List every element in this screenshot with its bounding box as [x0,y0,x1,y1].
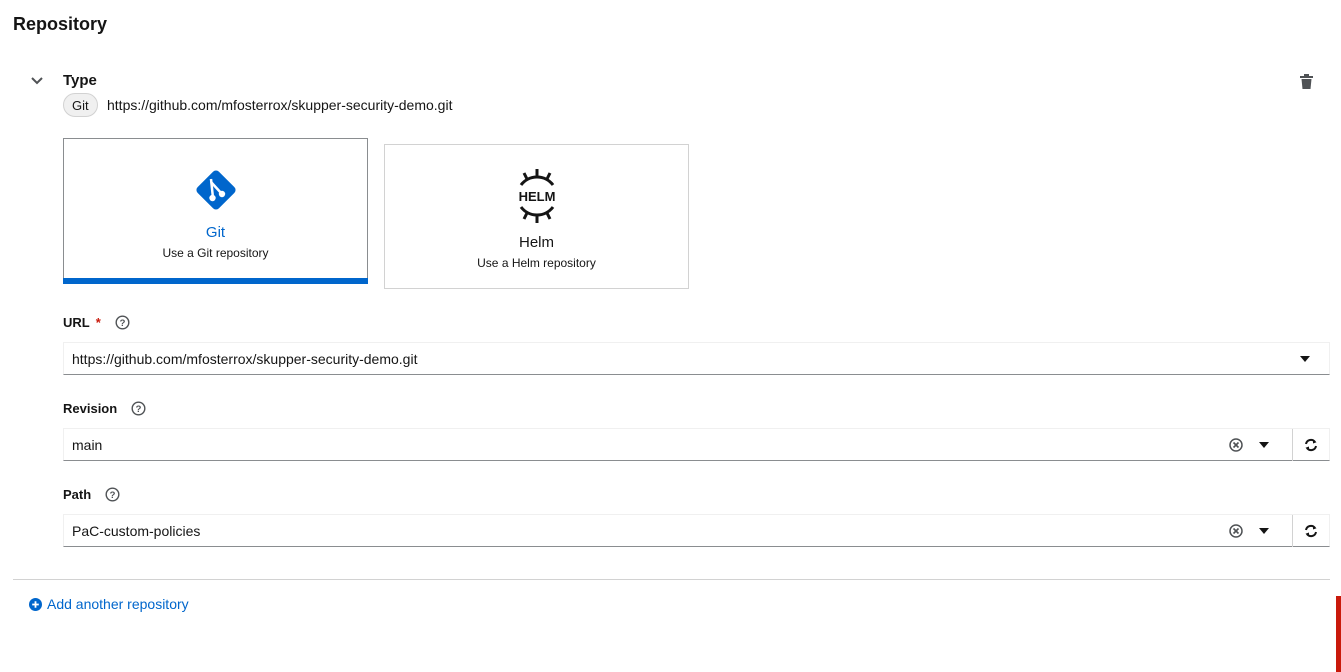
path-refresh-button[interactable] [1293,515,1329,546]
revision-label: Revision ? [63,401,146,416]
url-help-button[interactable]: ? [115,315,130,330]
helm-tile-title: Helm [518,234,554,251]
path-value: PaC-custom-policies [72,522,201,539]
chevron-down-icon [31,77,43,85]
git-tile-title: Git [205,224,226,241]
clear-icon [1229,523,1243,538]
section-divider [13,579,1330,580]
url-value: https://github.com/mfosterrox/skupper-se… [72,350,418,367]
revision-help-button[interactable]: ? [131,401,146,416]
path-label-text: Path [63,487,92,502]
url-label-text: URL [63,315,90,330]
type-label: Type [63,72,97,89]
trash-icon [1299,73,1313,89]
section-title: Repository [13,14,108,34]
path-clear-button[interactable] [1222,515,1250,546]
caret-down-icon [1259,441,1269,448]
refresh-icon [1305,524,1317,537]
delete-repository-button[interactable] [1297,72,1315,90]
plus-circle-icon [29,597,42,611]
svg-text:?: ? [110,490,116,501]
url-dropdown-toggle[interactable] [1291,343,1319,374]
revision-dropdown-toggle[interactable] [1250,429,1278,460]
svg-text:?: ? [119,318,125,329]
revision-clear-button[interactable] [1222,429,1250,460]
type-badge: Git [63,93,98,117]
git-tile-description: Use a Git repository [162,246,269,260]
add-repository-label: Add another repository [47,596,189,612]
git-tile[interactable]: Git Use a Git repository [63,138,368,284]
revision-refresh-button[interactable] [1293,429,1329,460]
page-edge-indicator [1336,596,1341,672]
path-select[interactable]: PaC-custom-policies [63,514,1330,547]
path-dropdown-toggle[interactable] [1250,515,1278,546]
caret-down-icon [1300,355,1310,362]
help-icon: ? [105,487,120,502]
path-label: Path ? [63,487,120,502]
revision-value: main [72,436,103,453]
add-repository-button[interactable]: Add another repository [29,596,189,612]
selected-indicator [63,278,368,284]
refresh-icon [1305,438,1317,451]
helm-tile[interactable]: HELM Helm Use a Helm repository [384,144,689,289]
caret-down-icon [1259,527,1269,534]
help-icon: ? [131,401,146,416]
path-help-button[interactable]: ? [105,487,120,502]
url-label: URL * ? [63,315,130,330]
revision-label-text: Revision [63,401,118,416]
svg-text:?: ? [136,404,142,415]
type-url: https://github.com/mfosterrox/skupper-se… [107,97,453,113]
git-icon [64,165,367,218]
helm-tile-description: Use a Helm repository [477,256,596,270]
required-indicator: * [95,315,101,330]
revision-select[interactable]: main [63,428,1330,461]
helm-icon: HELM [385,167,688,228]
clear-icon [1229,437,1243,452]
helm-logo-text: HELM [518,189,555,204]
collapse-toggle[interactable] [28,72,46,90]
url-select[interactable]: https://github.com/mfosterrox/skupper-se… [63,342,1330,375]
help-icon: ? [115,315,130,330]
